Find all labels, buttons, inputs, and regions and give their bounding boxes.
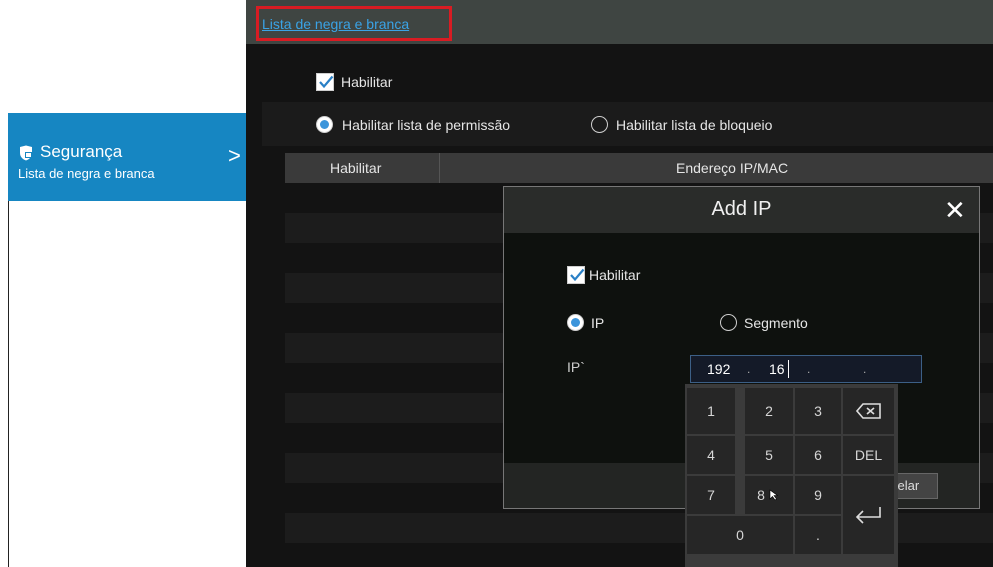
backspace-icon bbox=[855, 403, 881, 419]
allowlist-radio[interactable] bbox=[316, 116, 333, 133]
blocklist-label: Habilitar lista de bloqueio bbox=[616, 117, 773, 133]
segment-radio[interactable] bbox=[720, 314, 737, 331]
ip-address-input[interactable]: 192 . 16 . . bbox=[690, 355, 922, 383]
key-3[interactable]: 3 bbox=[795, 388, 841, 434]
key-9[interactable]: 9 bbox=[795, 476, 841, 514]
numeric-keypad: 1 2 3 4 5 6 DEL 7 8 9 0 . bbox=[685, 384, 898, 567]
segment-option-label: Segmento bbox=[744, 315, 808, 331]
dialog-header: Add IP ✕ bbox=[504, 187, 979, 233]
key-8-label: 8 bbox=[757, 487, 765, 503]
backspace-key[interactable] bbox=[843, 388, 894, 434]
sidebar-item-title: Segurança bbox=[40, 142, 123, 161]
ip-radio[interactable] bbox=[567, 314, 584, 331]
ip-field-label: IP` bbox=[567, 359, 585, 375]
ip-octet-1[interactable]: 192 bbox=[707, 361, 730, 377]
checkmark-icon bbox=[319, 75, 334, 89]
key-5[interactable]: 5 bbox=[745, 436, 793, 474]
delete-key[interactable]: DEL bbox=[843, 436, 894, 474]
enable-checkbox[interactable] bbox=[316, 73, 334, 91]
dialog-title: Add IP bbox=[711, 198, 772, 220]
dot-key[interactable]: . bbox=[795, 516, 841, 554]
ip-octet-2[interactable]: 16 bbox=[769, 361, 785, 377]
checkmark-icon bbox=[570, 268, 585, 282]
dialog-enable-label: Habilitar bbox=[589, 267, 641, 283]
sidebar-border bbox=[8, 144, 9, 567]
shield-lock-icon bbox=[18, 145, 34, 161]
column-divider bbox=[439, 153, 440, 183]
chevron-right-icon: > bbox=[228, 143, 241, 168]
left-panel: Segurança Lista de negra e branca > bbox=[0, 0, 246, 567]
key-7[interactable]: 7 bbox=[687, 476, 735, 514]
dialog-enable-checkbox[interactable] bbox=[567, 266, 585, 284]
enter-key[interactable] bbox=[843, 476, 894, 554]
allowlist-label: Habilitar lista de permissão bbox=[342, 117, 511, 133]
enter-icon bbox=[855, 507, 881, 524]
key-0[interactable]: 0 bbox=[687, 516, 793, 554]
blocklist-radio[interactable] bbox=[591, 116, 608, 133]
enable-label: Habilitar bbox=[341, 74, 393, 90]
column-enable: Habilitar bbox=[330, 160, 382, 176]
close-icon[interactable]: ✕ bbox=[944, 195, 966, 226]
top-bar: Lista de negra e branca bbox=[246, 0, 993, 44]
key-4[interactable]: 4 bbox=[687, 436, 735, 474]
ip-option-label: IP bbox=[591, 315, 605, 331]
sidebar-item-subtitle: Lista de negra e branca bbox=[18, 166, 155, 181]
mouse-pointer-icon bbox=[769, 489, 779, 501]
key-8[interactable]: 8 bbox=[745, 476, 793, 514]
key-6[interactable]: 6 bbox=[795, 436, 841, 474]
key-1[interactable]: 1 bbox=[687, 388, 735, 434]
text-caret bbox=[788, 360, 789, 378]
sidebar-item-security[interactable]: Segurança Lista de negra e branca > bbox=[8, 113, 246, 201]
breadcrumb[interactable]: Lista de negra e branca bbox=[262, 16, 409, 32]
column-ip-mac: Endereço IP/MAC bbox=[676, 160, 789, 176]
table-header: Habilitar Endereço IP/MAC bbox=[285, 153, 993, 183]
key-2[interactable]: 2 bbox=[745, 388, 793, 434]
